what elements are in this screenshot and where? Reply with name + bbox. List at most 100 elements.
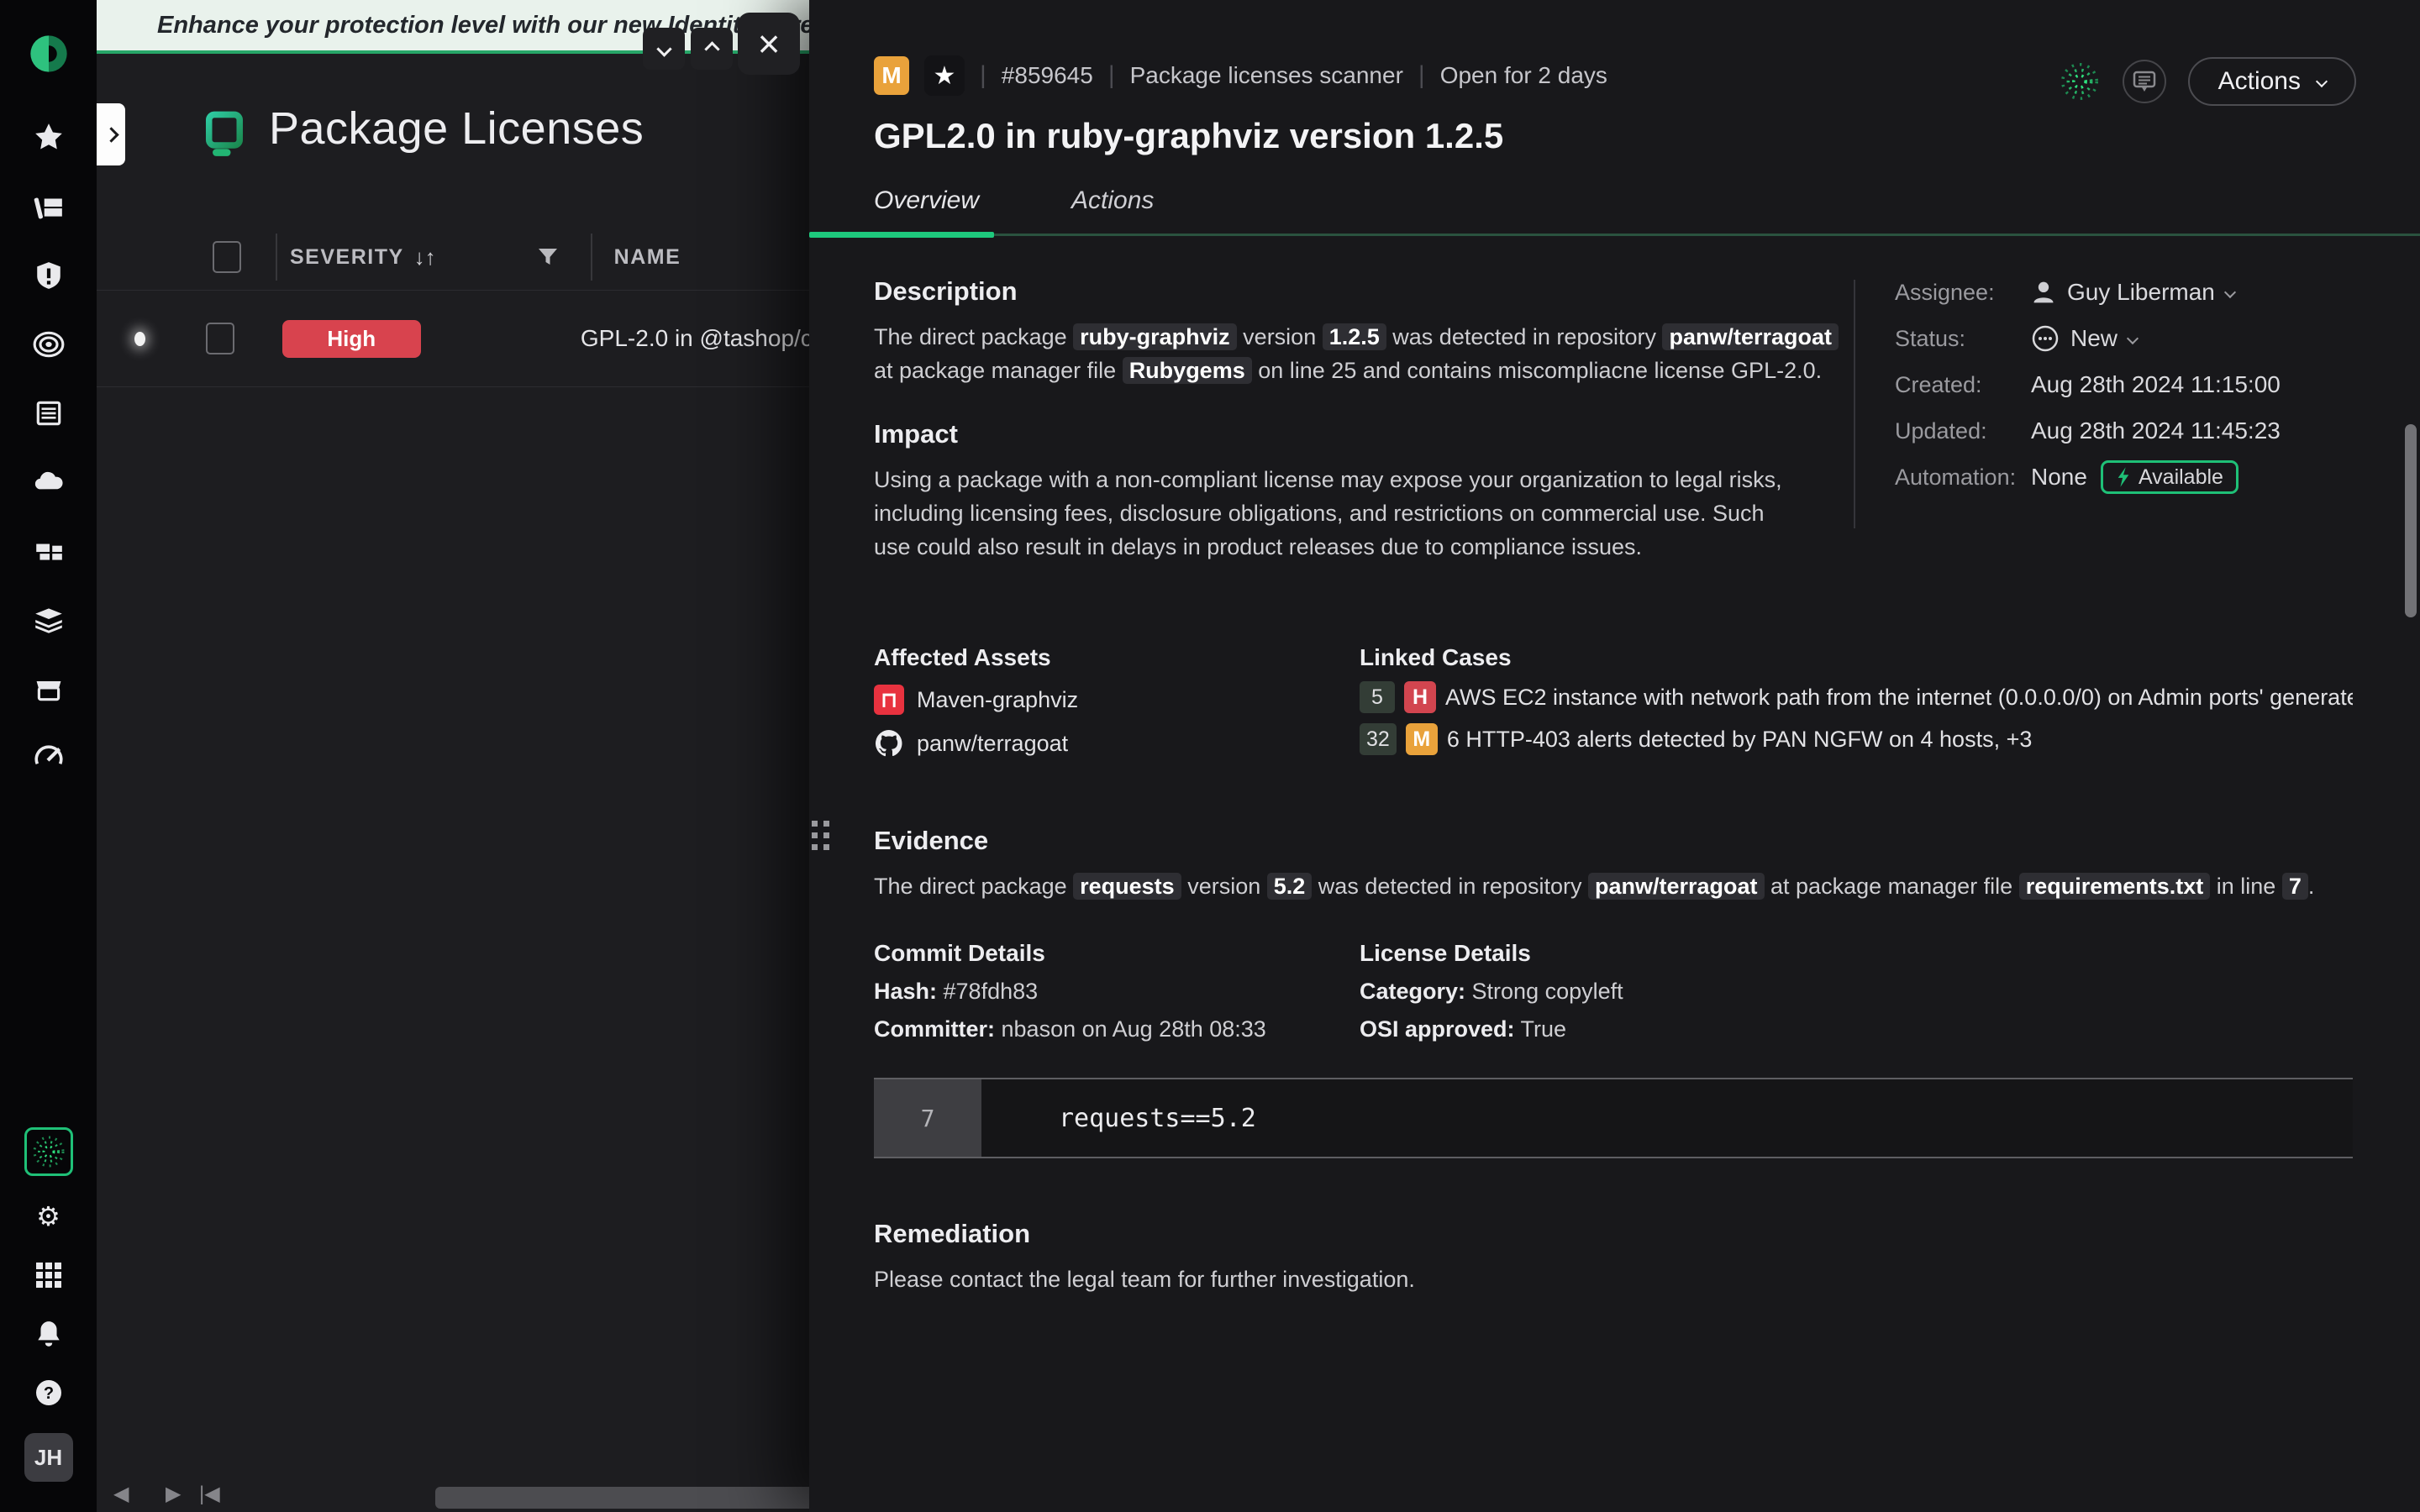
horizontal-scrollbar[interactable] bbox=[435, 1487, 809, 1509]
threats-shield-icon[interactable] bbox=[25, 257, 72, 294]
apps-grid-icon[interactable] bbox=[25, 1257, 72, 1294]
automation-value: None bbox=[2031, 464, 2087, 491]
row-checkbox[interactable] bbox=[206, 323, 234, 354]
license-details-heading: License Details bbox=[1360, 940, 2353, 967]
assets-blocks-icon[interactable] bbox=[25, 533, 72, 570]
status-label: Status: bbox=[1895, 326, 2031, 352]
case-title: GPL2.0 in ruby-graphviz version 1.2.5 bbox=[874, 116, 2353, 156]
description-text: The direct package ruby-graphviz version… bbox=[874, 320, 1840, 387]
gauge-icon[interactable] bbox=[25, 739, 72, 776]
affected-assets-section: Affected Assets ⊓ Maven-graphviz panw/te… bbox=[874, 644, 1360, 759]
meta-divider bbox=[1854, 280, 1855, 528]
user-avatar[interactable]: JH bbox=[24, 1433, 73, 1482]
notifications-bell-icon[interactable] bbox=[25, 1315, 72, 1352]
column-severity[interactable]: SEVERITY bbox=[290, 245, 404, 270]
linked-case-item[interactable]: 5 H AWS EC2 instance with network path f… bbox=[1360, 681, 2353, 713]
impact-heading: Impact bbox=[874, 419, 1840, 449]
lightning-bolt-icon bbox=[2116, 466, 2131, 488]
evidence-heading: Evidence bbox=[874, 826, 2353, 856]
column-name[interactable]: NAME bbox=[614, 245, 681, 270]
page-title: Package Licenses bbox=[269, 102, 644, 155]
case-detail-panel: M ★ | #859645 | Package licenses scanner… bbox=[809, 0, 2420, 1512]
comments-icon[interactable] bbox=[2123, 60, 2166, 103]
package-licenses-page-icon bbox=[200, 109, 249, 158]
marketplace-storefront-icon[interactable] bbox=[25, 670, 72, 707]
layers-icon[interactable] bbox=[25, 601, 72, 638]
banner-collapse-button[interactable] bbox=[643, 28, 685, 70]
favorite-star-toggle[interactable]: ★ bbox=[924, 55, 965, 96]
tab-overview[interactable]: Overview bbox=[874, 186, 979, 234]
table-row[interactable]: High GPL-2.0 in @tashop/c bbox=[97, 290, 809, 387]
severity-medium-badge: M bbox=[1406, 723, 1438, 755]
bullseye-target-icon[interactable] bbox=[25, 326, 72, 363]
close-icon: × bbox=[758, 21, 781, 66]
remediation-text: Please contact the legal team for furthe… bbox=[874, 1263, 2353, 1296]
created-label: Created: bbox=[1895, 372, 2031, 398]
tab-actions[interactable]: Actions bbox=[1071, 186, 1154, 234]
detail-header-actions: Actions bbox=[2059, 57, 2356, 106]
sort-icon[interactable]: ↓↑ bbox=[414, 244, 436, 270]
sidebar-nav bbox=[25, 119, 72, 776]
detail-tabs: Overview Actions bbox=[809, 186, 2420, 236]
actions-button[interactable]: Actions bbox=[2188, 57, 2356, 106]
status-new-icon bbox=[2031, 324, 2060, 353]
settings-gear-icon[interactable]: ⚙ bbox=[25, 1198, 72, 1235]
maven-icon: ⊓ bbox=[874, 685, 904, 715]
severity-badge: High bbox=[282, 320, 421, 358]
favorites-star-icon[interactable] bbox=[25, 119, 72, 156]
asset-item-github[interactable]: panw/terragoat bbox=[874, 728, 1360, 759]
code-line-number: 7 bbox=[874, 1079, 981, 1157]
case-severity-badge: M bbox=[874, 56, 909, 95]
banner-close-button[interactable]: × bbox=[738, 13, 800, 75]
alert-count-badge: 32 bbox=[1360, 723, 1397, 755]
commit-committer: Committer: nbason on Aug 28th 08:33 bbox=[874, 1016, 1360, 1042]
banner-expand-button[interactable] bbox=[691, 28, 733, 70]
page-next-icon[interactable]: ▶ bbox=[166, 1482, 181, 1506]
page-prev-icon[interactable]: ◀ bbox=[113, 1482, 129, 1506]
copilot-icon[interactable] bbox=[2059, 60, 2101, 102]
automation-available-badge[interactable]: Available bbox=[2101, 460, 2238, 494]
evidence-section: Evidence The direct package requests ver… bbox=[874, 826, 2353, 903]
star-icon: ★ bbox=[934, 61, 956, 91]
cortex-logo-icon[interactable] bbox=[24, 29, 74, 79]
package-licenses-panel: Package Licenses SEVERITY ↓↑ NAME High bbox=[97, 54, 809, 1512]
panel-expand-button[interactable] bbox=[97, 103, 125, 165]
chevron-down-icon bbox=[2127, 333, 2139, 344]
drag-handle[interactable] bbox=[812, 821, 829, 850]
commit-hash: Hash: #78fdh83 bbox=[874, 979, 1360, 1005]
commit-details-section: Commit Details Hash: #78fdh83 Committer:… bbox=[874, 940, 1360, 1042]
github-icon bbox=[874, 728, 904, 759]
chevron-down-icon bbox=[2224, 286, 2236, 298]
select-all-checkbox[interactable] bbox=[213, 241, 241, 273]
reports-flag-icon[interactable] bbox=[25, 188, 72, 225]
asset-item-maven[interactable]: ⊓ Maven-graphviz bbox=[874, 685, 1360, 715]
copilot-active-icon[interactable] bbox=[24, 1127, 73, 1176]
cloud-icon[interactable] bbox=[25, 464, 72, 501]
vertical-scrollbar[interactable] bbox=[2405, 424, 2417, 617]
table-header: SEVERITY ↓↑ NAME bbox=[97, 231, 809, 283]
case-id: #859645 bbox=[1002, 62, 1093, 89]
case-metadata: Assignee: Guy Liberman Status: bbox=[1895, 276, 2365, 507]
help-icon[interactable]: ? bbox=[25, 1374, 72, 1411]
page-skip-icon[interactable]: |◀ bbox=[199, 1482, 220, 1506]
assignee-value[interactable]: Guy Liberman bbox=[2031, 279, 2234, 306]
status-value[interactable]: New bbox=[2031, 324, 2137, 353]
sidebar-bottom: ⚙ ? JH bbox=[24, 1127, 73, 1482]
person-icon bbox=[2031, 280, 2056, 305]
unread-indicator bbox=[134, 332, 145, 346]
evidence-text: The direct package requests version 5.2 … bbox=[874, 869, 2353, 903]
chevron-down-icon bbox=[2316, 76, 2328, 87]
report-clipboard-icon[interactable] bbox=[25, 395, 72, 432]
linked-case-item[interactable]: 32 M 6 HTTP-403 alerts detected by PAN N… bbox=[1360, 723, 2353, 755]
commit-details-heading: Commit Details bbox=[874, 940, 1360, 967]
code-line-content: requests==5.2 bbox=[981, 1079, 1256, 1157]
filter-funnel-icon[interactable] bbox=[537, 246, 559, 268]
case-source: Package licenses scanner bbox=[1130, 62, 1403, 89]
updated-value: Aug 28th 2024 11:45:23 bbox=[2031, 417, 2281, 444]
assignee-label: Assignee: bbox=[1895, 280, 2031, 306]
automation-label: Automation: bbox=[1895, 465, 2031, 491]
column-divider bbox=[591, 234, 592, 281]
linked-cases-heading: Linked Cases bbox=[1360, 644, 2353, 671]
row-name: GPL-2.0 in @tashop/c bbox=[581, 325, 809, 352]
column-divider bbox=[276, 234, 277, 281]
